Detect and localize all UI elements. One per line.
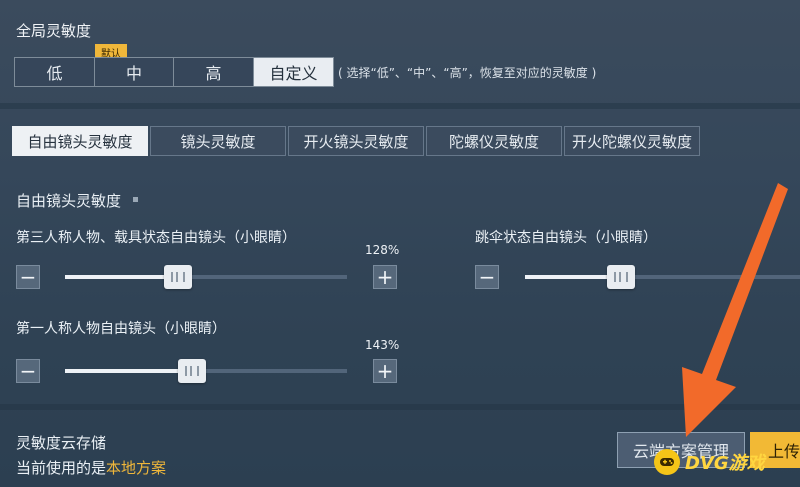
- current-plan-text: 当前使用的是本地方案: [16, 457, 166, 478]
- preset-selector: 低 中 高 自定义: [14, 57, 334, 87]
- preset-medium-button[interactable]: 中: [95, 58, 174, 86]
- slider-track-third-person[interactable]: [65, 265, 347, 289]
- divider-top: [0, 103, 800, 109]
- slider-track-first-person[interactable]: [65, 359, 347, 383]
- slider-label-third-person: 第三人称人物、载具状态自由镜头（小眼睛）: [16, 230, 296, 246]
- slider-plus-button-first-person[interactable]: +: [373, 359, 397, 383]
- slider-label-first-person: 第一人称人物自由镜头（小眼睛）: [16, 321, 226, 337]
- tab-gyroscope[interactable]: 陀螺仪灵敏度: [426, 126, 562, 156]
- slider-fill: [65, 275, 178, 279]
- slider-thumb[interactable]: [178, 359, 206, 383]
- slider-thumb[interactable]: [164, 265, 192, 289]
- section-title: 自由镜头灵敏度: [16, 192, 122, 210]
- preset-custom-button[interactable]: 自定义: [254, 58, 333, 86]
- slider-label-parachute: 跳伞状态自由镜头（小眼睛）: [475, 230, 657, 246]
- slider-value-first-person: 143%: [365, 338, 400, 352]
- tab-fire-camera[interactable]: 开火镜头灵敏度: [288, 126, 424, 156]
- slider-plus-button-third-person[interactable]: +: [373, 265, 397, 289]
- sensitivity-tabs: 自由镜头灵敏度 镜头灵敏度 开火镜头灵敏度 陀螺仪灵敏度 开火陀螺仪灵敏度: [12, 126, 702, 156]
- slider-fill: [65, 369, 192, 373]
- watermark-text: DVG游戏: [685, 453, 765, 474]
- slider-minus-button-third-person[interactable]: −: [16, 265, 40, 289]
- cloud-storage-title: 灵敏度云存储: [16, 434, 107, 452]
- slider-value-third-person: 128%: [365, 243, 400, 257]
- global-sensitivity-title: 全局灵敏度: [16, 22, 92, 40]
- current-plan-value: 本地方案: [106, 459, 167, 477]
- section-dot: [133, 197, 138, 202]
- tab-free-camera[interactable]: 自由镜头灵敏度: [12, 126, 148, 156]
- tab-camera[interactable]: 镜头灵敏度: [150, 126, 286, 156]
- annotation-arrow: [682, 183, 788, 437]
- slider-minus-button-first-person[interactable]: −: [16, 359, 40, 383]
- slider-minus-button-parachute[interactable]: −: [475, 265, 499, 289]
- preset-low-button[interactable]: 低: [15, 58, 95, 86]
- watermark: DVG游戏: [654, 449, 765, 475]
- tab-fire-gyroscope[interactable]: 开火陀螺仪灵敏度: [564, 126, 700, 156]
- preset-hint: ( 选择“低”、“中”、“高”，恢复至对应的灵敏度 ): [338, 66, 597, 80]
- gamepad-icon: [654, 449, 680, 475]
- preset-high-button[interactable]: 高: [174, 58, 254, 86]
- slider-thumb[interactable]: [607, 265, 635, 289]
- current-plan-prefix: 当前使用的是: [16, 459, 107, 477]
